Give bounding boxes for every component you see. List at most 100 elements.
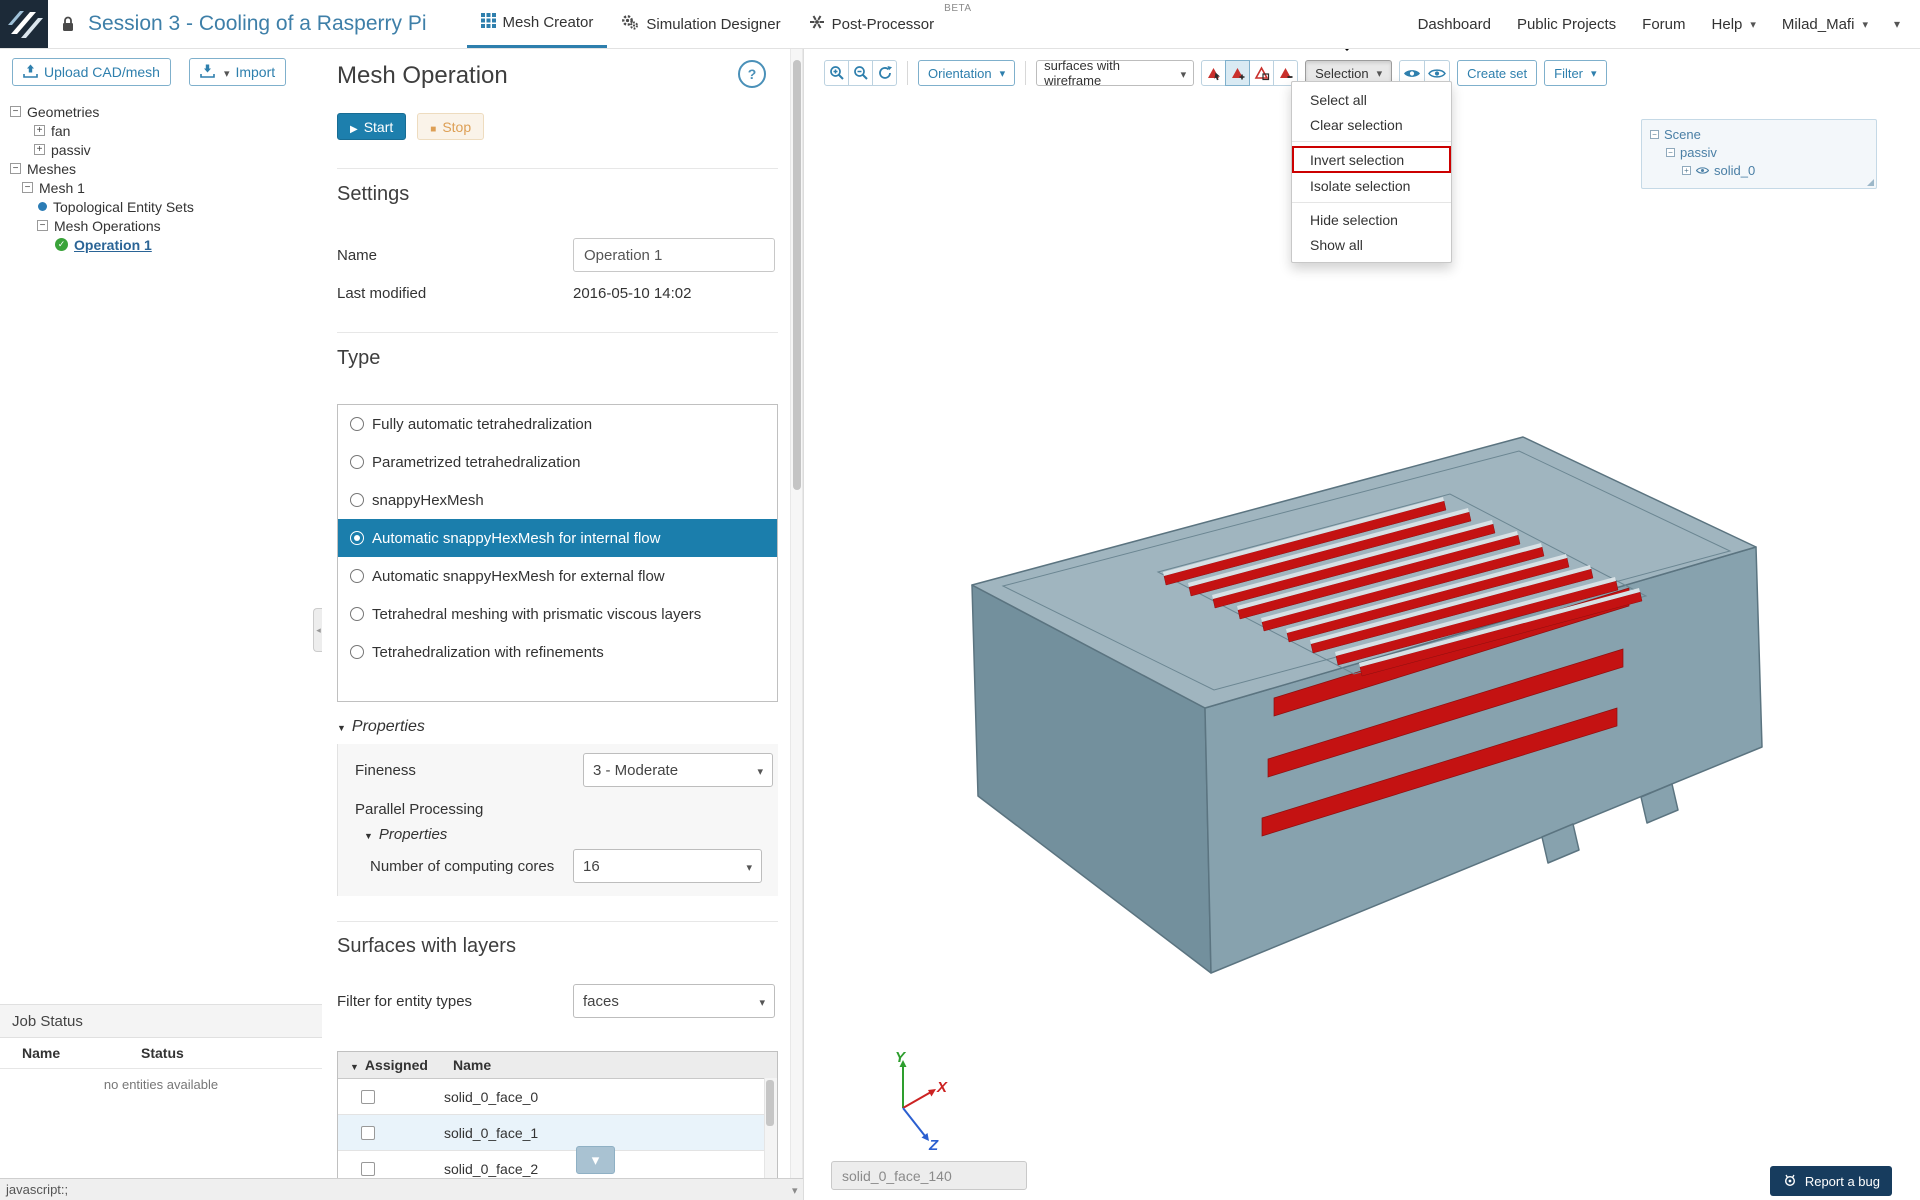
scene-tree: − Scene − passiv + solid_0 — [1641, 119, 1877, 189]
collapse-icon[interactable]: − — [10, 106, 21, 117]
menu-item-isolate-selection[interactable]: Isolate selection — [1292, 173, 1451, 198]
nav-dashboard[interactable]: Dashboard — [1418, 16, 1491, 33]
scene-tree-root[interactable]: − Scene — [1642, 125, 1876, 143]
render-mode-select[interactable]: surfaces with wireframe — [1036, 60, 1194, 86]
tree-item-passiv[interactable]: + passiv — [0, 140, 322, 159]
nav-forum[interactable]: Forum — [1642, 16, 1685, 33]
report-bug-button[interactable]: Report a bug — [1770, 1166, 1892, 1196]
upload-cad-button[interactable]: Upload CAD/mesh — [12, 58, 171, 86]
nav-help-menu[interactable]: Help — [1712, 16, 1756, 33]
expand-icon[interactable]: + — [1682, 166, 1691, 175]
import-button[interactable]: Import — [189, 58, 286, 86]
radio-icon[interactable] — [350, 607, 364, 621]
collapse-icon[interactable]: − — [22, 182, 33, 193]
select-add-mode-button[interactable] — [1225, 60, 1250, 86]
collapse-icon[interactable]: − — [1666, 148, 1675, 157]
radio-icon[interactable] — [350, 645, 364, 659]
panel-scrollbar[interactable] — [790, 48, 803, 1178]
menu-item-hide-selection[interactable]: Hide selection — [1292, 207, 1451, 232]
hovered-face-label: solid_0_face_140 — [831, 1161, 1027, 1190]
tab-mesh-creator[interactable]: Mesh Creator — [467, 0, 608, 48]
radio-icon[interactable] — [350, 569, 364, 583]
type-option-5[interactable]: Tetrahedral meshing with prismatic visco… — [338, 595, 777, 633]
tab-post-processor[interactable]: Post-Processor BETA — [795, 0, 949, 48]
radio-icon[interactable] — [350, 417, 364, 431]
operation-name-input[interactable] — [573, 238, 775, 272]
radio-icon[interactable] — [350, 455, 364, 469]
zoom-out-button[interactable] — [848, 60, 873, 86]
tree-item-topological-entity-sets[interactable]: Topological Entity Sets — [0, 197, 322, 216]
fineness-select[interactable]: 3 - Moderate — [583, 753, 773, 787]
start-button[interactable]: Start — [337, 113, 406, 140]
select-box-mode-button[interactable] — [1249, 60, 1274, 86]
tree-item-mesh-1[interactable]: − Mesh 1 — [0, 178, 322, 197]
table-row[interactable]: solid_0_face_0 — [338, 1079, 777, 1115]
orientation-button[interactable]: Orientation — [918, 60, 1015, 86]
type-option-1[interactable]: Parametrized tetrahedralization — [338, 443, 777, 481]
type-option-3-selected[interactable]: Automatic snappyHexMesh for internal flo… — [338, 519, 777, 557]
tree-item-geometries[interactable]: − Geometries — [0, 102, 322, 121]
entity-filter-label: Filter for entity types — [337, 993, 573, 1010]
radio-icon-selected[interactable] — [350, 531, 364, 545]
table-row-highlighted[interactable]: solid_0_face_1 — [338, 1115, 777, 1151]
tree-item-fan[interactable]: + fan — [0, 121, 322, 140]
type-option-4[interactable]: Automatic snappyHexMesh for external flo… — [338, 557, 777, 595]
tree-item-mesh-operations[interactable]: − Mesh Operations — [0, 216, 322, 235]
help-button[interactable]: ? — [738, 60, 766, 88]
select-single-mode-button[interactable] — [1201, 60, 1226, 86]
collapse-icon[interactable]: − — [10, 163, 21, 174]
type-option-6[interactable]: Tetrahedralization with refinements — [338, 633, 777, 671]
tab-simulation-designer[interactable]: Simulation Designer — [607, 0, 794, 48]
success-check-icon — [55, 238, 68, 251]
type-option-2[interactable]: snappyHexMesh — [338, 481, 777, 519]
axis-x-label: X — [936, 1079, 948, 1096]
type-option-0[interactable]: Fully automatic tetrahedralization — [338, 405, 777, 443]
menu-item-invert-selection-highlighted[interactable]: Invert selection — [1292, 146, 1451, 173]
scene-tree-passiv[interactable]: − passiv — [1642, 143, 1876, 161]
chevron-down-icon[interactable]: ▾ — [1894, 17, 1900, 31]
fineness-label: Fineness — [355, 762, 583, 779]
filter-button[interactable]: Filter — [1544, 60, 1606, 86]
cores-select[interactable]: 16 — [573, 849, 762, 883]
scroll-more-button[interactable] — [576, 1146, 615, 1174]
tab-label: Post-Processor — [832, 16, 935, 33]
table-scrollbar[interactable] — [764, 1078, 777, 1178]
scene-tree-solid-0[interactable]: + solid_0 — [1642, 161, 1876, 179]
menu-item-select-all[interactable]: Select all — [1292, 87, 1451, 112]
tree-item-meshes[interactable]: − Meshes — [0, 159, 322, 178]
scrollbar-thumb[interactable] — [793, 60, 801, 490]
radio-icon[interactable] — [350, 493, 364, 507]
scrollbar-thumb[interactable] — [766, 1080, 774, 1126]
collapse-icon[interactable]: − — [1650, 130, 1659, 139]
parallel-properties-collapse[interactable]: Properties — [355, 826, 773, 843]
properties-collapse[interactable]: Properties — [337, 718, 778, 736]
entity-filter-select[interactable]: faces — [573, 984, 775, 1018]
collapse-icon[interactable]: − — [37, 220, 48, 231]
zoom-in-button[interactable] — [824, 60, 849, 86]
expand-icon[interactable]: + — [34, 125, 45, 136]
visibility-eye-icon[interactable] — [1696, 163, 1709, 178]
user-name: Milad_Mafi — [1782, 16, 1855, 33]
tree-item-operation-1[interactable]: Operation 1 — [0, 235, 322, 254]
nav-public-projects[interactable]: Public Projects — [1517, 16, 1616, 33]
simscale-logo[interactable] — [0, 0, 48, 48]
create-set-button[interactable]: Create set — [1457, 60, 1537, 86]
scrollbar-down-arrow[interactable] — [792, 1184, 798, 1197]
eye-outline-icon — [1428, 67, 1446, 80]
assign-checkbox[interactable] — [361, 1090, 375, 1104]
table-row[interactable]: solid_0_face_2 — [338, 1151, 777, 1178]
face-label-text: solid_0_face_140 — [842, 1168, 952, 1184]
stop-button[interactable]: Stop — [417, 113, 484, 140]
expand-icon[interactable]: + — [34, 144, 45, 155]
select-add-icon — [1230, 65, 1246, 81]
assign-checkbox[interactable] — [361, 1162, 375, 1176]
refresh-view-button[interactable] — [872, 60, 897, 86]
user-menu[interactable]: Milad_Mafi — [1782, 16, 1868, 33]
raspberry-pi-case-model[interactable] — [951, 420, 1791, 1000]
menu-item-clear-selection[interactable]: Clear selection — [1292, 112, 1451, 137]
tree-label: Mesh Operations — [54, 218, 161, 234]
last-modified-label: Last modified — [337, 285, 573, 302]
assign-checkbox[interactable] — [361, 1126, 375, 1140]
menu-item-show-all[interactable]: Show all — [1292, 232, 1451, 257]
sort-triangle-icon[interactable] — [350, 1057, 359, 1073]
